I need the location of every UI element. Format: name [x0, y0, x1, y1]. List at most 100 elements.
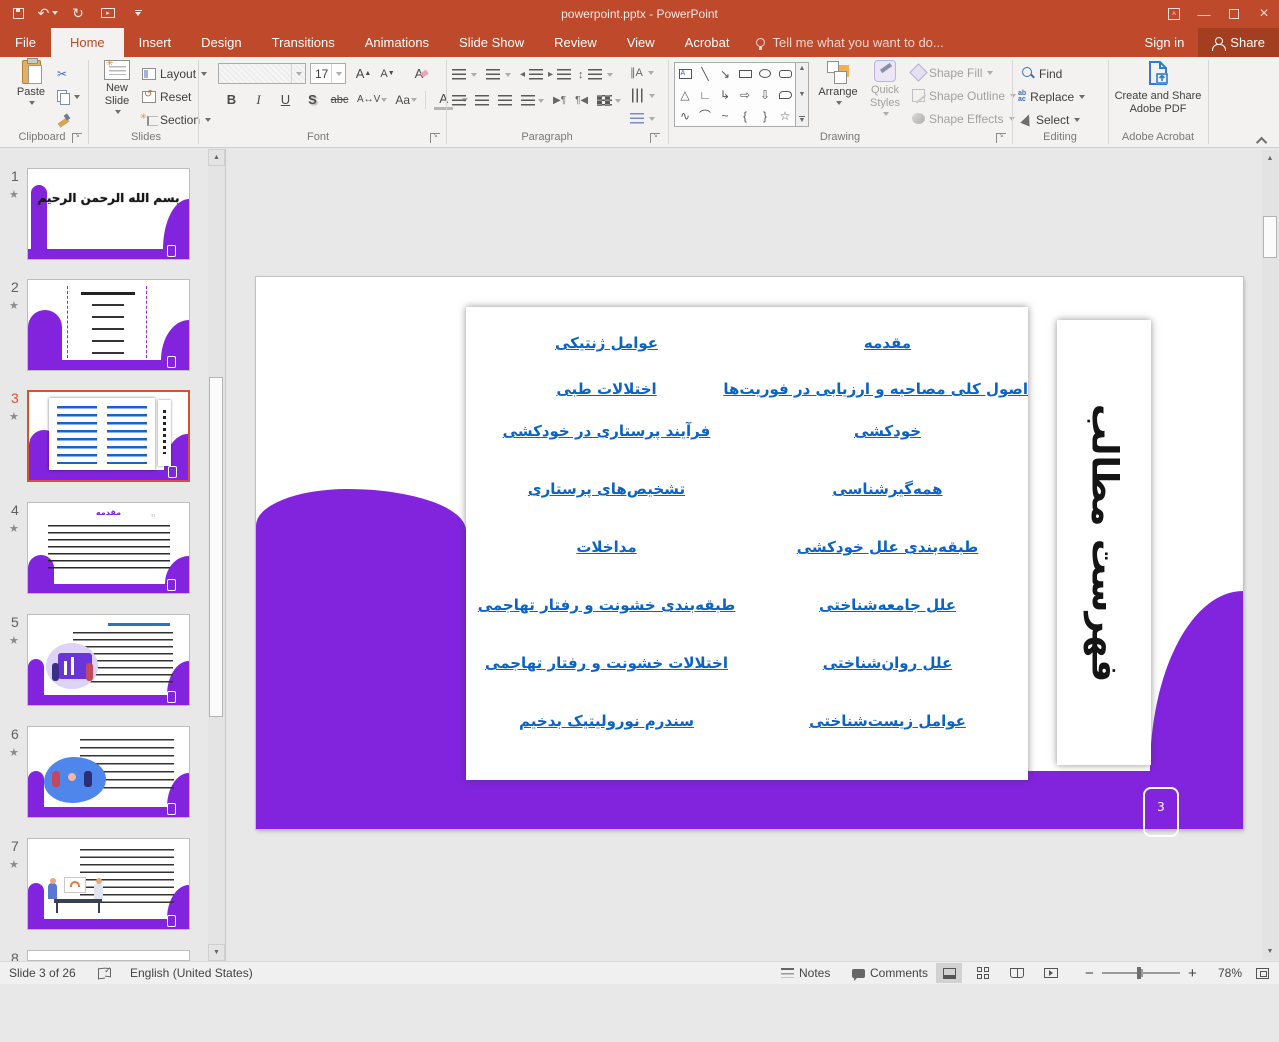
copy-button[interactable]	[57, 86, 80, 107]
language-indicator[interactable]: English (United States)	[130, 962, 253, 984]
slide-1-thumbnail[interactable]: بسم الله الرحمن الرحیم	[27, 168, 190, 260]
shapes-scroll-down-icon[interactable]: ▼	[799, 91, 806, 98]
slide-6-thumbnail[interactable]	[27, 726, 190, 818]
shape-callout-icon[interactable]	[775, 84, 795, 105]
tab-slideshow[interactable]: Slide Show	[444, 28, 539, 57]
thumbnail-item-2[interactable]: 2 ★	[0, 279, 210, 371]
drawing-dialog-launcher[interactable]	[996, 133, 1006, 143]
vertical-title-bar[interactable]: فهرست مطالب	[1057, 320, 1151, 765]
font-name-select[interactable]	[218, 63, 306, 84]
animation-star-icon[interactable]: ★	[9, 522, 19, 535]
shrink-font-button[interactable]: A▼	[378, 63, 397, 84]
tab-insert[interactable]: Insert	[124, 28, 187, 57]
decrease-indent-button[interactable]: ◂	[520, 64, 543, 85]
shape-star-icon[interactable]: ☆	[775, 105, 795, 126]
underline-button[interactable]: U	[276, 89, 295, 110]
animation-star-icon[interactable]: ★	[9, 410, 19, 423]
toc-link[interactable]: تشخیص‌های پرستاری	[466, 480, 747, 502]
tab-design[interactable]: Design	[186, 28, 256, 57]
slideshow-view-button[interactable]	[1038, 963, 1064, 983]
font-dialog-launcher[interactable]	[430, 133, 440, 143]
rtl-direction-button[interactable]: ¶◀	[575, 95, 588, 106]
zoom-out-button[interactable]: −	[1085, 962, 1094, 984]
increase-indent-button[interactable]: ▸	[548, 64, 571, 85]
thumbnail-scrollbar[interactable]: ▲ ▼	[208, 149, 225, 961]
slide-4-thumbnail[interactable]: مقدمه “	[27, 502, 190, 594]
animation-star-icon[interactable]: ★	[9, 634, 19, 647]
toc-link[interactable]: طبقه‌بندی علل خودکشی	[747, 538, 1028, 560]
paste-button[interactable]: Paste	[6, 60, 56, 130]
create-pdf-button[interactable]: Create and Share Adobe PDF	[1112, 60, 1204, 130]
shape-left-brace-icon[interactable]: {	[735, 105, 755, 126]
animation-star-icon[interactable]: ★	[9, 858, 19, 871]
format-painter-button[interactable]	[57, 109, 70, 130]
numbering-button[interactable]	[486, 64, 511, 85]
replace-button[interactable]: abacReplace	[1018, 86, 1085, 107]
character-spacing-button[interactable]: A↔V	[357, 89, 387, 110]
bullets-button[interactable]	[452, 64, 477, 85]
shape-rounded-rect-icon[interactable]	[775, 63, 795, 84]
scrollbar-thumb[interactable]	[209, 377, 223, 717]
line-spacing-button[interactable]: ↕	[578, 64, 613, 85]
slide-sorter-view-button[interactable]	[970, 963, 996, 983]
collapse-ribbon-icon[interactable]	[1256, 137, 1267, 148]
shape-arc-icon[interactable]: ⌒	[695, 105, 715, 126]
shape-fill-button[interactable]: Shape Fill	[912, 62, 993, 83]
columns-button[interactable]	[597, 95, 612, 106]
share-button[interactable]: Share	[1198, 28, 1279, 57]
thumbnail-item-6[interactable]: 6 ★	[0, 726, 210, 818]
shape-scribble-icon[interactable]: ∿	[675, 105, 695, 126]
close-icon[interactable]: ×	[1249, 0, 1279, 28]
align-right-button[interactable]	[498, 95, 512, 106]
zoom-slider-thumb[interactable]	[1137, 967, 1141, 979]
slide-scrollbar[interactable]: ▲ ▼	[1262, 150, 1278, 960]
shape-elbow-icon[interactable]: ∟	[695, 84, 715, 105]
new-slide-button[interactable]: New Slide	[94, 60, 140, 130]
scrollbar-thumb[interactable]	[1263, 216, 1277, 258]
reset-button[interactable]: Reset	[142, 86, 191, 107]
scroll-down-icon[interactable]: ▼	[208, 944, 225, 961]
shape-effects-button[interactable]: Shape Effects	[912, 108, 1015, 129]
slide-indicator[interactable]: Slide 3 of 26	[9, 962, 76, 984]
shape-outline-button[interactable]: Shape Outline	[912, 85, 1016, 106]
thumbnail-item-5[interactable]: 5 ★	[0, 614, 210, 706]
reading-view-button[interactable]	[1004, 963, 1030, 983]
italic-button[interactable]: I	[249, 89, 268, 110]
bold-button[interactable]: B	[222, 89, 241, 110]
justify-button[interactable]	[521, 95, 535, 106]
tab-home[interactable]: Home	[51, 28, 124, 57]
cut-button[interactable]: ✂	[57, 63, 67, 84]
tab-acrobat[interactable]: Acrobat	[670, 28, 745, 57]
text-direction-button[interactable]: ∥A	[630, 62, 654, 83]
normal-view-button[interactable]	[936, 963, 962, 983]
align-text-button[interactable]	[630, 85, 655, 106]
zoom-slider[interactable]	[1102, 962, 1180, 984]
zoom-in-button[interactable]: +	[1188, 962, 1197, 984]
text-shadow-button[interactable]: S	[303, 89, 322, 110]
shape-line-icon[interactable]: ╲	[695, 63, 715, 84]
restore-icon[interactable]	[1219, 0, 1249, 28]
shapes-gallery[interactable]: A ╲ ↘ △ ∟ ↳ ⇨ ⇩ ∿ ⌒ ~ { } ☆	[674, 62, 796, 127]
tab-animations[interactable]: Animations	[350, 28, 444, 57]
notes-button[interactable]: Notes	[781, 962, 830, 984]
font-size-select[interactable]: 17	[310, 63, 346, 84]
convert-smartart-button[interactable]	[630, 108, 655, 129]
shape-right-arrow-icon[interactable]: ⇨	[735, 84, 755, 105]
animation-star-icon[interactable]: ★	[9, 746, 19, 759]
arrange-button[interactable]: Arrange	[814, 60, 862, 130]
purple-blob-right[interactable]	[1150, 591, 1243, 771]
scroll-down-icon[interactable]: ▼	[1262, 943, 1278, 960]
shape-curve-icon[interactable]: ~	[715, 105, 735, 126]
scroll-up-icon[interactable]: ▲	[1262, 150, 1278, 167]
shape-down-arrow-icon[interactable]: ⇩	[755, 84, 775, 105]
shape-right-brace-icon[interactable]: }	[755, 105, 775, 126]
animation-star-icon[interactable]: ★	[9, 299, 19, 312]
toc-link[interactable]: سندرم نورولیتیک بدخیم	[466, 712, 747, 734]
toc-link[interactable]: طبقه‌بندی خشونت و رفتار تهاجمی	[466, 596, 747, 618]
select-button[interactable]: Select	[1022, 109, 1080, 130]
shapes-scroll-up-icon[interactable]: ▲	[799, 65, 806, 72]
toc-link[interactable]: علل روان‌شناختی	[747, 654, 1028, 676]
shape-triangle-icon[interactable]: △	[675, 84, 695, 105]
toc-link[interactable]: اصول کلی مصاحبه و ارزیابی در فوریت‌ها	[747, 380, 1028, 402]
fit-to-window-button[interactable]	[1256, 962, 1269, 984]
